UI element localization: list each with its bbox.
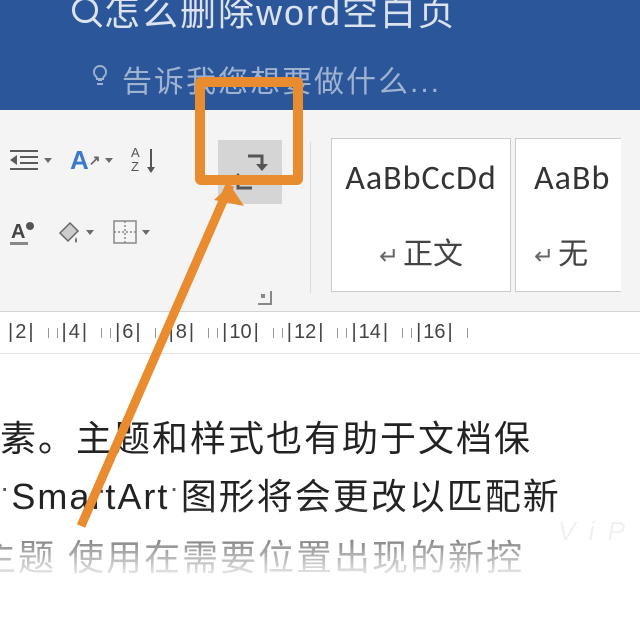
style-preview: AaBbCcDd [332,158,510,199]
style-tile-no-spacing[interactable]: AaBb ↵无 [515,138,621,292]
doc-line: 需元素。主题和样式也有助于文档保 [0,410,640,468]
chevron-down-icon [105,158,113,163]
lightbulb-icon [88,63,112,87]
chevron-down-icon [44,158,52,163]
ribbon: A↗ A Z A [0,110,640,312]
title-text: 怎么删除word空白页 [104,0,456,36]
svg-text:A: A [11,221,25,243]
tell-me-input[interactable]: 告诉我您想要做什么... [122,57,441,101]
style-tile-normal[interactable]: AaBbCcDd ↵正文 [331,138,511,292]
svg-text:Z: Z [131,159,139,174]
doc-line: 或·SmartArt·图形将会更改以匹配新 [0,468,640,529]
sort-button[interactable]: A Z [131,142,161,178]
chevron-down-icon [142,230,150,235]
character-shading-button[interactable]: A [8,214,38,250]
dialog-launcher-icon[interactable] [258,291,272,305]
chevron-down-icon [86,230,94,235]
text-effects-button[interactable]: A↗ [70,142,113,178]
svg-text:A: A [131,145,140,160]
decrease-indent-button[interactable] [8,142,52,178]
borders-button[interactable] [112,214,150,250]
doc-line: 的主题 使用在需要位置出现的新控 [0,529,640,587]
shading-button[interactable] [56,214,94,250]
document-area[interactable]: 需元素。主题和样式也有助于文档保 或·SmartArt·图形将会更改以匹配新 的… [0,354,640,618]
title-bar-text: 怎么删除word空白页 [72,0,456,36]
style-name: ↵正文 [379,229,463,273]
show-hide-formatting-button[interactable] [218,140,282,204]
horizontal-ruler[interactable]: |2| |4| |6| |8| |10| |12| |14| |16| [0,312,640,354]
style-preview: AaBb [516,158,621,199]
magnifier-icon [72,0,98,23]
style-name: ↵无 [516,229,621,273]
